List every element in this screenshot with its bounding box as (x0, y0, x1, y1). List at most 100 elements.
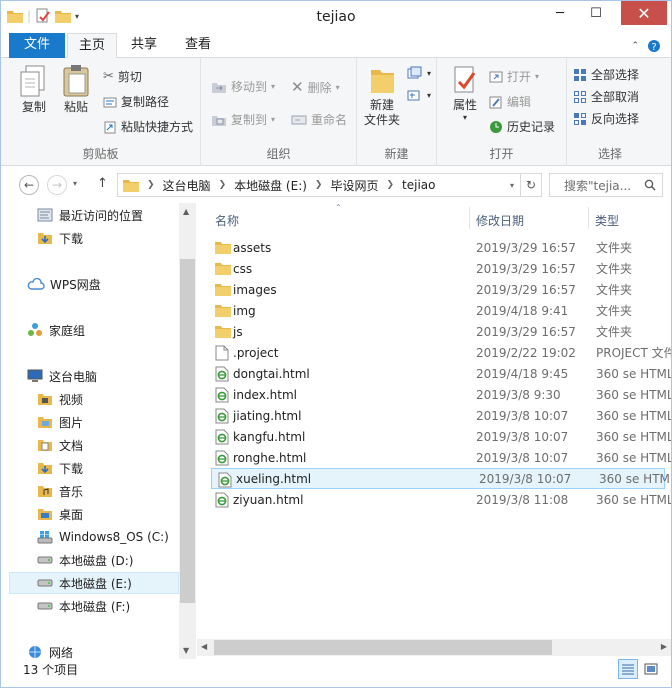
copy-button[interactable]: 复制 (15, 64, 53, 115)
new-item-button[interactable]: ▾ (407, 66, 431, 80)
delete-button[interactable]: ✕ 删除 ▾ (291, 78, 340, 96)
folder-icon (215, 284, 231, 296)
scroll-down-icon[interactable]: ▼ (183, 646, 189, 655)
breadcrumb-separator-icon[interactable]: ❯ (386, 180, 394, 190)
address-dropdown-icon[interactable]: ▾ (510, 181, 514, 190)
edit-button[interactable]: 编辑 (489, 93, 531, 110)
breadcrumb-drive-e[interactable]: 本地磁盘 (E:) (234, 177, 307, 194)
file-row[interactable]: dongtai.html 2019/4/18 9:45 360 se HTML Do… (209, 363, 671, 384)
tab-share[interactable]: 共享 (119, 33, 169, 58)
file-row[interactable]: images 2019/3/29 16:57 文件夹 (209, 279, 663, 300)
file-list-horizontal-scrollbar[interactable]: ◀ ▶ (197, 639, 671, 656)
select-none-button[interactable]: 全部取消 (573, 88, 639, 105)
address-bar[interactable]: ❯ 这台电脑 ❯ 本地磁盘 (E:) ❯ 毕设网页 ❯ tejiao ▾ (117, 173, 521, 197)
help-icon[interactable]: ? (647, 39, 661, 56)
nav-item-videos[interactable]: 视频 (37, 388, 179, 410)
breadcrumb-bishe[interactable]: 毕设网页 (330, 177, 378, 194)
nav-item-network[interactable]: 网络 (27, 641, 179, 659)
file-date: 2019/4/18 9:41 (476, 303, 569, 318)
close-button[interactable]: ✕ (621, 1, 667, 25)
nav-item-documents[interactable]: 文档 (37, 434, 179, 456)
file-row[interactable]: assets 2019/3/29 16:57 文件夹 (209, 237, 663, 258)
minimize-button[interactable]: ─ (543, 1, 577, 25)
horizontal-scrollbar-thumb[interactable] (214, 640, 552, 655)
file-row[interactable]: xueling.html 2019/3/8 10:07 360 se HTML Do… (211, 468, 671, 489)
file-row[interactable]: img 2019/4/18 9:41 文件夹 (209, 300, 663, 321)
paste-shortcut-button[interactable]: 粘贴快捷方式 (103, 118, 193, 135)
file-row[interactable]: ronghe.html 2019/3/8 10:07 360 se HTML Doc… (209, 447, 671, 468)
cut-button[interactable]: ✂ 剪切 (103, 68, 142, 85)
nav-item-recent[interactable]: 最近访问的位置 (37, 204, 179, 226)
large-icons-view-button[interactable] (641, 659, 661, 679)
tab-view[interactable]: 查看 (171, 33, 225, 58)
maximize-button[interactable]: ☐ (579, 1, 613, 25)
nav-item-homegroup[interactable]: 家庭组 (27, 319, 179, 341)
invert-selection-button[interactable]: 反向选择 (573, 110, 639, 127)
column-header-name[interactable]: 名称 (215, 207, 239, 233)
breadcrumb-this-pc[interactable]: 这台电脑 (163, 177, 211, 194)
nav-item-this-pc[interactable]: 这台电脑 (27, 365, 179, 387)
file-row-icon (215, 492, 229, 511)
breadcrumb-separator-icon[interactable]: ❯ (147, 180, 155, 190)
select-all-button[interactable]: 全部选择 (573, 66, 639, 83)
column-divider[interactable] (588, 207, 589, 229)
file-type: 360 se HTML Document (596, 429, 671, 444)
file-row[interactable]: css 2019/3/29 16:57 文件夹 (209, 258, 663, 279)
column-header-date[interactable]: 修改日期 (476, 207, 524, 233)
tab-file[interactable]: 文件 (9, 33, 65, 58)
history-button[interactable]: 历史记录 (489, 118, 555, 135)
file-row[interactable]: kangfu.html 2019/3/8 10:07 360 se HTML Doc… (209, 426, 671, 447)
scroll-up-icon[interactable]: ▲ (183, 207, 189, 216)
file-row[interactable]: jiating.html 2019/3/8 10:07 360 se HTML Do… (209, 405, 671, 426)
recent-locations-icon[interactable]: ▾ (73, 179, 77, 188)
back-button[interactable]: ← (19, 175, 39, 195)
html-file-icon (215, 450, 229, 466)
open-button[interactable]: 打开 ▾ (489, 68, 539, 85)
column-divider[interactable] (469, 207, 470, 229)
rename-button[interactable]: 重命名 (291, 111, 347, 128)
breadcrumb-separator-icon[interactable]: ❯ (315, 180, 323, 190)
copy-path-button[interactable]: 复制路径 (103, 93, 169, 110)
nav-item-music[interactable]: 音乐 (37, 480, 179, 502)
breadcrumb-separator-icon[interactable]: ❯ (219, 180, 227, 190)
easy-access-button[interactable]: ▾ (407, 88, 431, 102)
copy-to-button[interactable]: 复制到 ▾ (211, 111, 275, 128)
file-row-icon (215, 387, 229, 406)
nav-item-drive-f[interactable]: 本地磁盘 (F:) (37, 595, 179, 617)
refresh-button[interactable]: ↻ (520, 173, 542, 197)
new-folder-button[interactable]: 新建 文件夹 (361, 64, 403, 128)
properties-button[interactable]: 属性 ▾ (445, 64, 485, 122)
column-header-type[interactable]: 类型 (595, 207, 619, 233)
nav-item-downloads-2[interactable]: 下载 (37, 457, 179, 479)
paste-button[interactable]: 粘贴 (57, 64, 95, 115)
forward-button[interactable]: → (47, 175, 67, 195)
nav-item-drive-c[interactable]: Windows8_OS (C:) (37, 526, 179, 548)
html-file-icon (215, 492, 229, 508)
file-list: ⌃ 名称 修改日期 类型 assets 2019/3/29 16:57 文件夹 css… (197, 203, 671, 639)
search-input[interactable]: 搜索"tejia... (549, 173, 663, 197)
breadcrumb-tejiao[interactable]: tejiao (402, 178, 435, 192)
file-row[interactable]: index.html 2019/3/8 9:30 360 se HTML Docum… (209, 384, 671, 406)
clipboard-group-label: 剪贴板 (82, 147, 119, 161)
details-view-button[interactable] (618, 659, 638, 679)
nav-item-pictures[interactable]: 图片 (37, 411, 179, 433)
nav-item-drive-e[interactable]: 本地磁盘 (E:) (9, 572, 179, 594)
scroll-right-icon[interactable]: ▶ (661, 642, 667, 651)
move-to-icon (212, 82, 226, 93)
nav-scrollbar-thumb[interactable] (180, 259, 195, 603)
up-button[interactable]: ↑ (97, 176, 108, 191)
file-type: 360 se HTML Document (596, 492, 671, 507)
file-row[interactable]: js 2019/3/29 16:57 文件夹 (209, 321, 663, 342)
nav-item-desktop[interactable]: 桌面 (37, 503, 179, 525)
nav-scrollbar[interactable]: ▲ ▼ (179, 203, 196, 659)
tab-home[interactable]: 主页 (67, 33, 117, 59)
scroll-left-icon[interactable]: ◀ (201, 642, 207, 651)
file-row[interactable]: .project 2019/2/22 19:02 PROJECT 文件 (209, 342, 671, 363)
collapse-ribbon-icon[interactable]: ⌃ (631, 41, 639, 51)
file-row[interactable]: ziyuan.html 2019/3/8 11:08 360 se HTML Doc… (209, 489, 671, 511)
move-to-button[interactable]: 移动到 ▾ (211, 78, 275, 95)
nav-item-drive-d[interactable]: 本地磁盘 (D:) (37, 549, 179, 571)
nav-item-downloads[interactable]: 下载 (37, 227, 179, 249)
file-name: kangfu.html (233, 429, 306, 444)
nav-item-wps[interactable]: WPS网盘 (27, 273, 179, 295)
